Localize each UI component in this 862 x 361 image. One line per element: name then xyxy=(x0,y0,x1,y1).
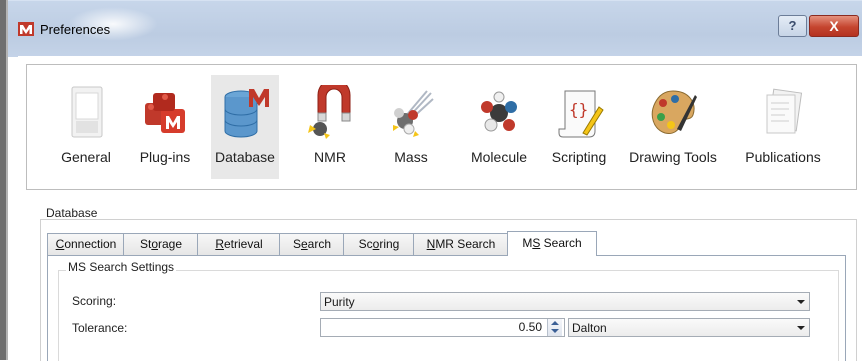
plugins-icon xyxy=(145,93,185,133)
tab-storage[interactable]: Storage xyxy=(123,233,199,255)
help-button[interactable]: ? xyxy=(778,15,807,37)
general-icon xyxy=(71,86,103,138)
tab-retrieval[interactable]: Retrieval xyxy=(197,233,281,255)
close-button[interactable]: X xyxy=(809,15,859,37)
tolerance-label: Tolerance: xyxy=(72,321,128,335)
tab-scoring[interactable]: Scoring xyxy=(343,233,415,255)
nmr-magnet-icon xyxy=(308,85,351,139)
tolerance-input[interactable]: 0.50 xyxy=(320,318,565,337)
chevron-down-icon xyxy=(797,326,805,330)
category-nmr[interactable]: NMR xyxy=(297,75,363,179)
category-label: Drawing Tools xyxy=(629,149,717,165)
title-bar[interactable]: Preferences ? X xyxy=(8,0,862,57)
svg-text:{}: {} xyxy=(569,100,588,119)
category-label: Plug-ins xyxy=(139,149,191,165)
category-plugins[interactable]: Plug-ins xyxy=(129,75,201,179)
scoring-select-value: Purity xyxy=(324,295,355,309)
category-label: Molecule xyxy=(470,149,528,165)
tolerance-unit-select[interactable]: Dalton xyxy=(568,318,810,337)
spin-up-icon[interactable] xyxy=(551,321,559,325)
category-molecule[interactable]: Molecule xyxy=(457,75,541,179)
publications-icon xyxy=(766,88,803,134)
preferences-content: General Plug-ins Database NMR Mass Molec… xyxy=(18,56,862,361)
category-label: Publications xyxy=(745,149,821,165)
spin-down-icon[interactable] xyxy=(551,329,559,333)
tab-connection[interactable]: Connection xyxy=(47,233,125,255)
mass-icon xyxy=(393,90,434,137)
tolerance-unit-value: Dalton xyxy=(572,321,607,335)
category-label: General xyxy=(61,149,111,165)
app-logo-icon xyxy=(18,22,34,36)
tolerance-stepper[interactable] xyxy=(547,319,562,336)
ms-search-settings-title: MS Search Settings xyxy=(66,260,177,274)
category-label: Scripting xyxy=(551,149,607,165)
tab-search[interactable]: Search xyxy=(279,233,345,255)
tolerance-value: 0.50 xyxy=(518,320,542,334)
chevron-down-icon xyxy=(797,300,805,304)
molecule-icon xyxy=(481,91,517,132)
category-general[interactable]: General xyxy=(47,75,125,179)
scoring-select[interactable]: Purity xyxy=(320,292,810,311)
category-database[interactable]: Database xyxy=(211,75,279,179)
category-drawing-tools[interactable]: Drawing Tools xyxy=(619,75,727,179)
category-label: Database xyxy=(215,149,275,165)
database-icon xyxy=(224,89,269,138)
category-publications[interactable]: Publications xyxy=(731,75,835,179)
tab-ms-search[interactable]: MS Search xyxy=(507,231,597,256)
category-scripting[interactable]: {} Scripting xyxy=(539,75,619,179)
scoring-label: Scoring: xyxy=(72,294,117,308)
scripting-icon: {} xyxy=(558,90,604,138)
palette-icon xyxy=(651,90,697,134)
ms-search-settings-group xyxy=(58,270,839,361)
category-mass[interactable]: Mass xyxy=(377,75,445,179)
category-label: NMR xyxy=(314,149,346,165)
background-window-edge xyxy=(0,0,8,360)
tab-nmr-search[interactable]: NMR Search xyxy=(413,233,509,255)
category-label: Mass xyxy=(394,149,428,165)
category-toolbar: General Plug-ins Database NMR Mass Molec… xyxy=(26,64,857,190)
section-title: Database xyxy=(46,206,98,220)
window-title: Preferences xyxy=(40,22,111,37)
